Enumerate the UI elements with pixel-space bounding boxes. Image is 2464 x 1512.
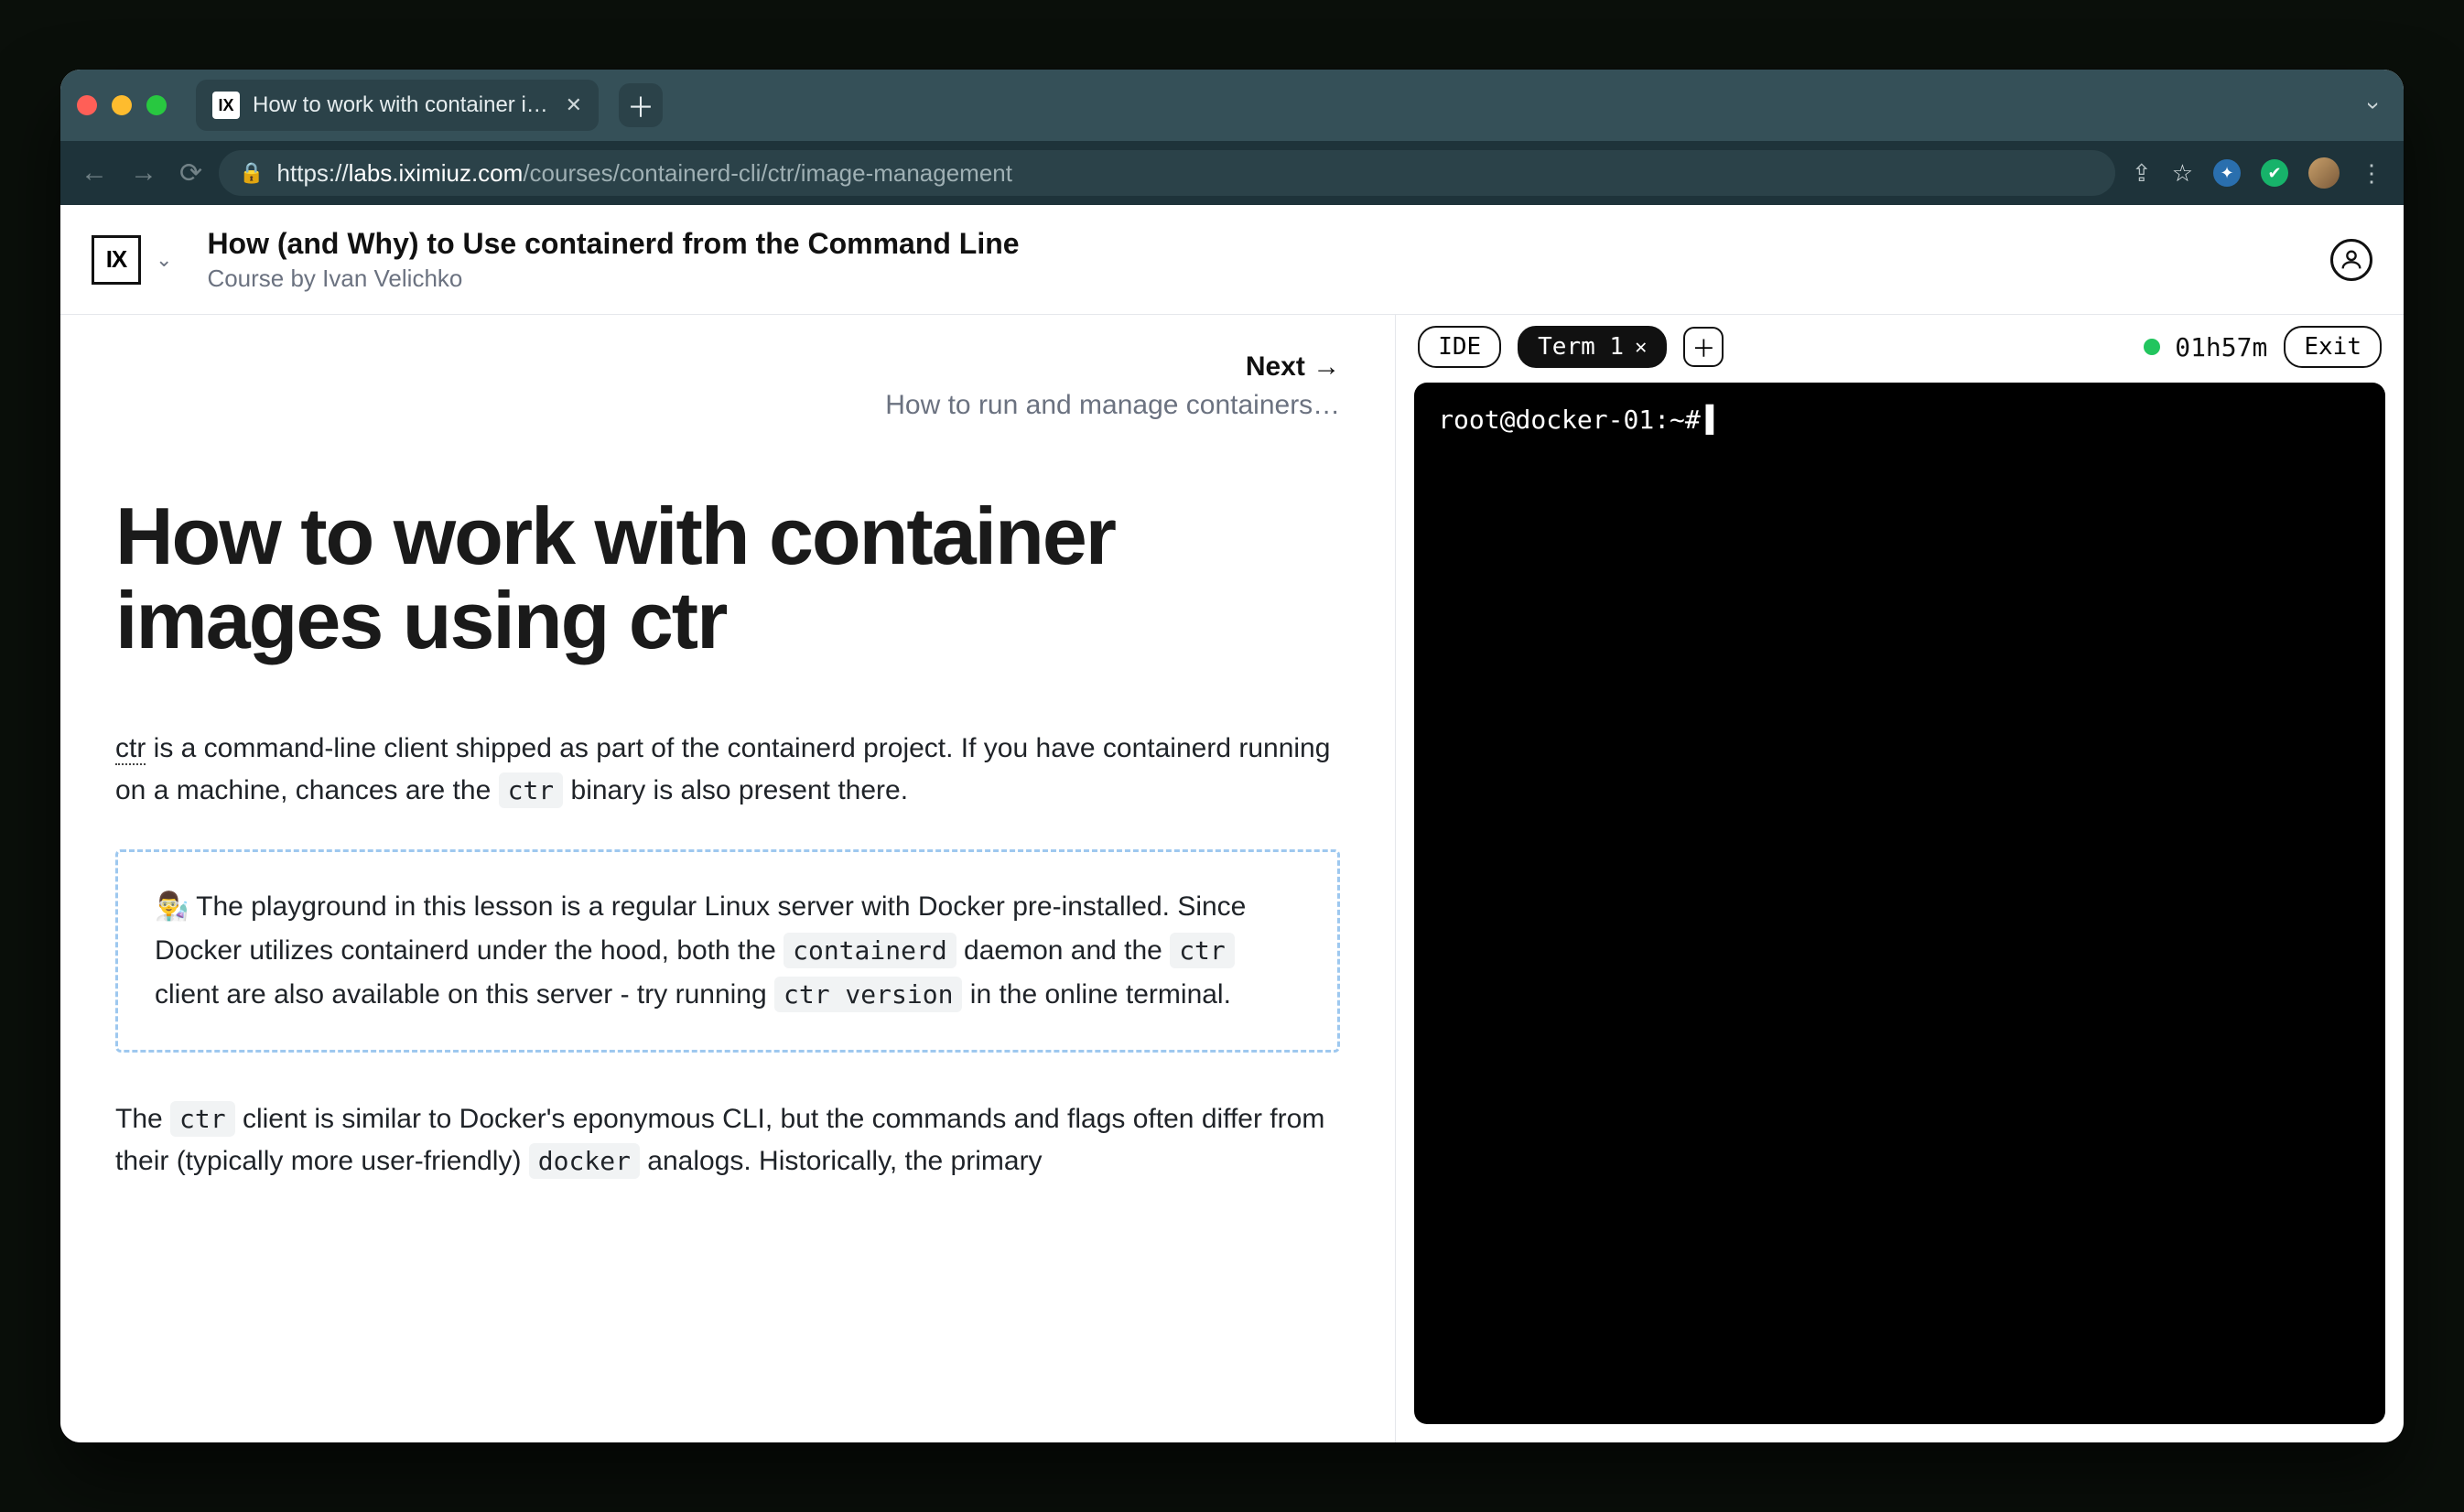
inline-code-docker: docker	[529, 1143, 640, 1179]
browser-window: IX How to work with container ima… ✕ ＋ ›…	[60, 70, 2404, 1442]
site-logo[interactable]: IX	[92, 235, 141, 285]
article-paragraph-2: The ctr client is similar to Docker's ep…	[115, 1098, 1340, 1183]
account-button[interactable]	[2330, 239, 2372, 281]
main-split: Next → How to run and manage containers……	[60, 315, 2404, 1442]
new-tab-button[interactable]: ＋	[619, 83, 663, 127]
close-window-button[interactable]	[77, 95, 97, 115]
user-icon	[2339, 247, 2364, 273]
playground-tabsbar: IDE Term 1 ✕ ＋ 01h57m Exit	[1396, 315, 2404, 379]
window-controls	[77, 95, 167, 115]
tabs-overflow-button[interactable]: ›	[2361, 86, 2387, 125]
browser-titlebar: IX How to work with container ima… ✕ ＋ ›	[60, 70, 2404, 141]
terminal-prompt: root@docker-01:~#	[1438, 405, 1721, 435]
status-dot-icon	[2144, 339, 2160, 355]
url-text: https://labs.iximiuz.com/courses/contain…	[277, 159, 1012, 188]
zoom-window-button[interactable]	[146, 95, 167, 115]
term-ctr[interactable]: ctr	[115, 733, 146, 765]
nav-forward-button[interactable]: →	[130, 157, 157, 189]
browser-tab-active[interactable]: IX How to work with container ima… ✕	[196, 80, 599, 131]
header-titles: How (and Why) to Use containerd from the…	[207, 227, 1019, 293]
course-title: How (and Why) to Use containerd from the…	[207, 227, 1019, 261]
close-terminal-tab-button[interactable]: ✕	[1635, 336, 1647, 359]
nav-back-button[interactable]: ←	[81, 157, 108, 189]
article-paragraph-1: ctr is a command-line client shipped as …	[115, 728, 1340, 813]
browser-menu-button[interactable]: ⋮	[2360, 159, 2383, 188]
lock-icon: 🔒	[239, 161, 264, 185]
inline-code-ctr: ctr	[499, 772, 564, 808]
next-lesson-subtitle: How to run and manage containers…	[115, 390, 1340, 421]
address-bar[interactable]: 🔒 https://labs.iximiuz.com/courses/conta…	[219, 150, 2115, 196]
minimize-window-button[interactable]	[112, 95, 132, 115]
inline-code-ctr-2: ctr	[1170, 933, 1235, 968]
playground-callout: 👨‍🔬 The playground in this lesson is a r…	[115, 849, 1340, 1053]
ide-tab[interactable]: IDE	[1418, 326, 1501, 368]
terminal-tab-label: Term 1	[1538, 333, 1624, 361]
session-timer: 01h57m	[2175, 332, 2267, 362]
share-icon[interactable]: ⇪	[2132, 159, 2152, 188]
profile-avatar-icon[interactable]	[2308, 157, 2340, 189]
playground-pane: IDE Term 1 ✕ ＋ 01h57m Exit root@docker-0…	[1396, 315, 2404, 1442]
nav-reload-button[interactable]: ⟳	[179, 157, 202, 189]
lesson-pane: Next → How to run and manage containers……	[60, 315, 1396, 1442]
extension-1-icon[interactable]: ✦	[2213, 159, 2241, 187]
exit-session-button[interactable]: Exit	[2284, 326, 2382, 368]
tab-title: How to work with container ima…	[253, 92, 553, 118]
add-terminal-button[interactable]: ＋	[1683, 327, 1724, 367]
browser-toolbar: ← → ⟳ 🔒 https://labs.iximiuz.com/courses…	[60, 141, 2404, 205]
next-lesson-link[interactable]: Next →	[1246, 351, 1340, 382]
bookmark-icon[interactable]: ☆	[2172, 159, 2193, 188]
extension-2-icon[interactable]: ✔	[2261, 159, 2288, 187]
page-header: IX ⌄ How (and Why) to Use containerd fro…	[60, 205, 2404, 315]
close-tab-button[interactable]: ✕	[566, 93, 582, 117]
session-status: 01h57m	[2144, 332, 2267, 362]
course-subtitle: Course by Ivan Velichko	[207, 265, 1019, 293]
inline-code-ctr-3: ctr	[170, 1101, 235, 1137]
favicon-icon: IX	[212, 92, 240, 119]
site-menu-chevron-icon[interactable]: ⌄	[156, 248, 172, 272]
inline-code-ctr-version: ctr version	[774, 977, 962, 1012]
terminal-tab-active[interactable]: Term 1 ✕	[1518, 326, 1667, 368]
article-heading: How to work with container images using …	[115, 494, 1340, 664]
terminal[interactable]: root@docker-01:~#	[1414, 383, 2385, 1424]
inline-code-containerd: containerd	[784, 933, 956, 968]
